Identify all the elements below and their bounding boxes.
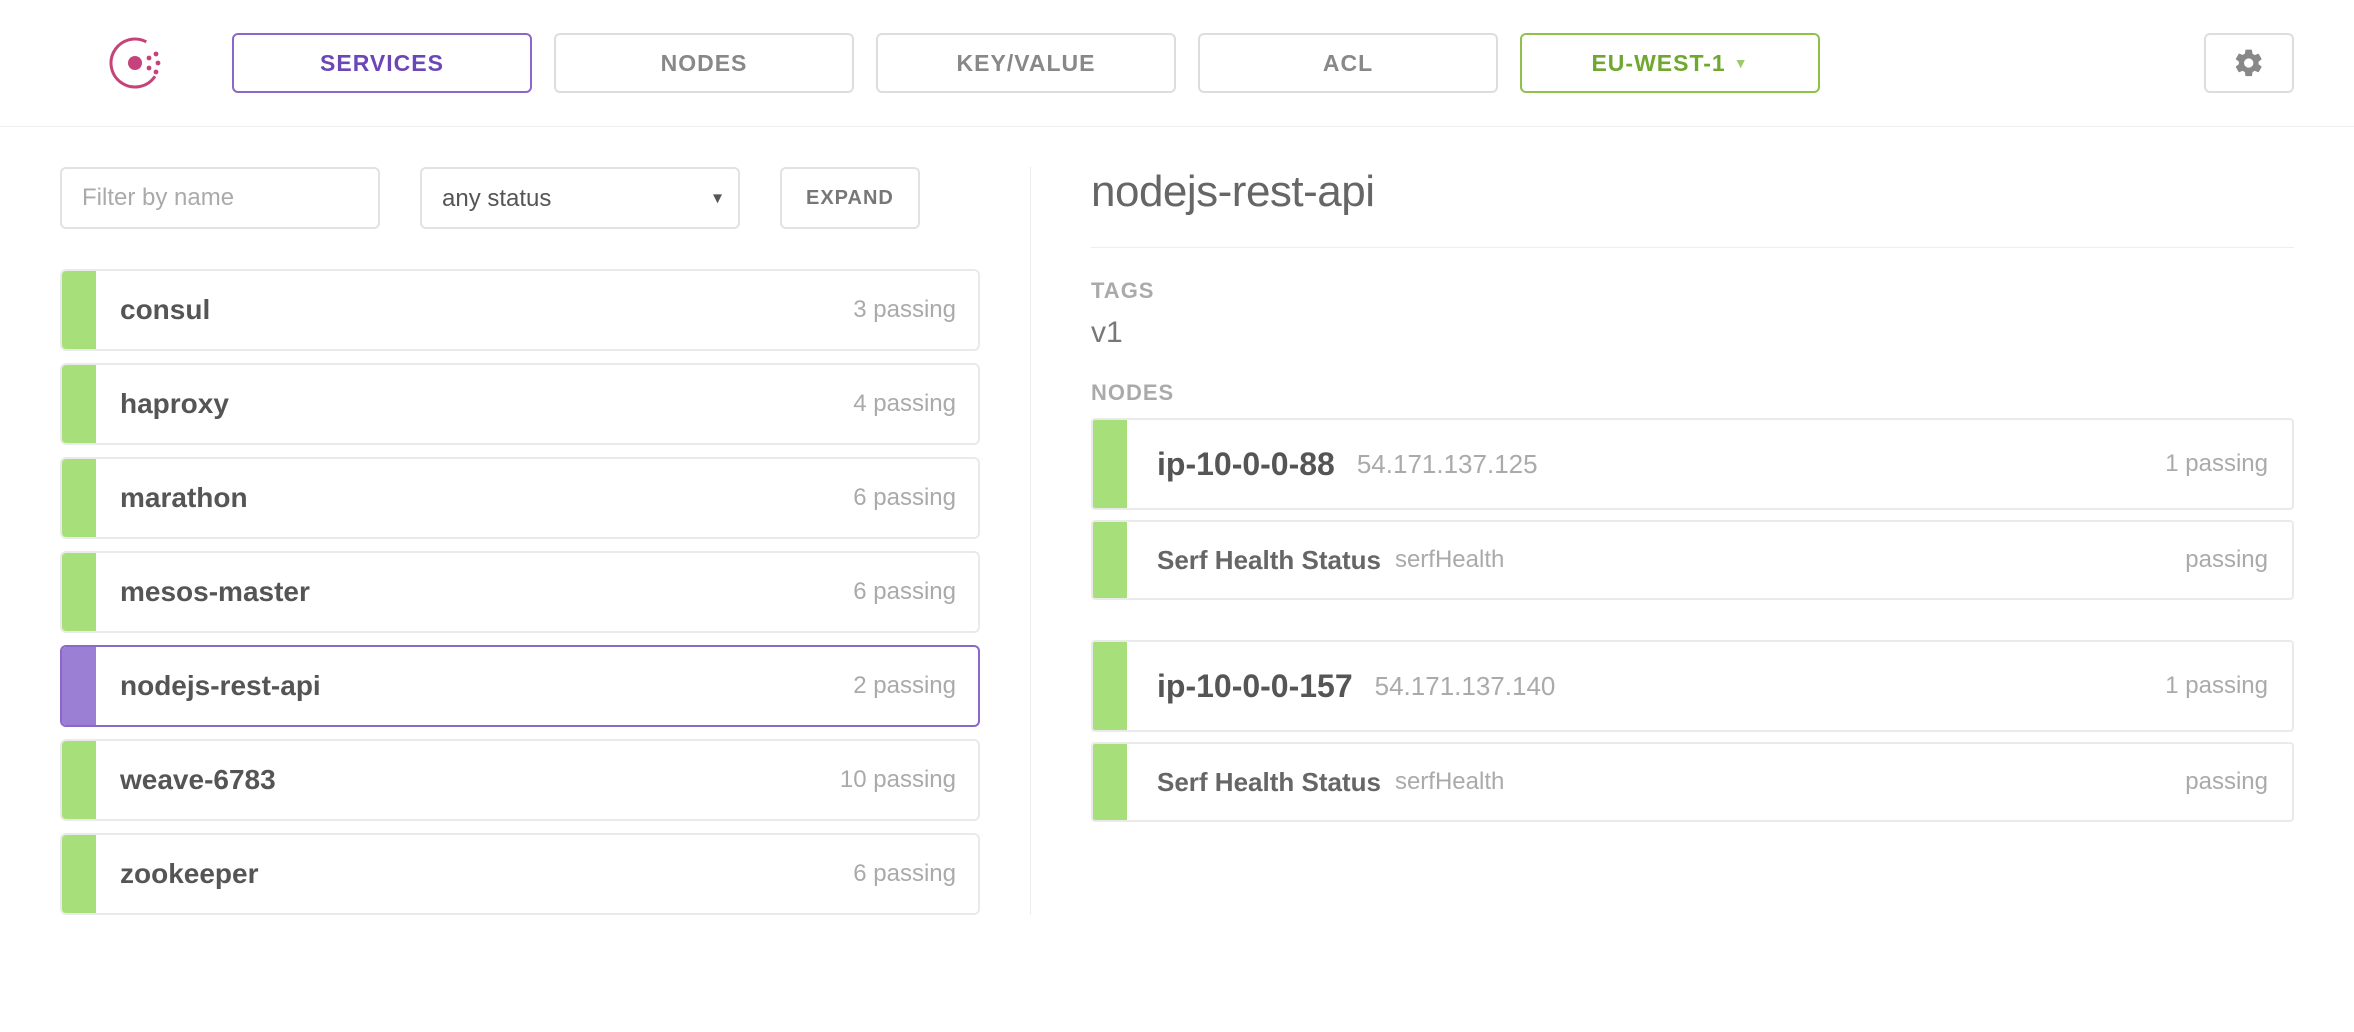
service-status: 3 passing <box>853 296 978 324</box>
status-select-wrap: any status ▾ <box>420 167 740 229</box>
chevron-down-icon: ▼ <box>1734 55 1749 71</box>
main-content: any status ▾ EXPAND consul3 passing hapro… <box>0 127 2354 955</box>
service-row[interactable]: nodejs-rest-api2 passing <box>60 645 980 727</box>
node-header[interactable]: ip-10-0-0-8854.171.137.125 1 passing <box>1091 418 2294 510</box>
nav-keyvalue[interactable]: KEY/VALUE <box>876 33 1176 93</box>
nav-services[interactable]: SERVICES <box>232 33 532 93</box>
service-status: 2 passing <box>853 672 978 700</box>
status-swatch <box>1093 642 1127 730</box>
service-row[interactable]: consul3 passing <box>60 269 980 351</box>
consul-logo-icon <box>107 35 163 91</box>
service-list: consul3 passinghaproxy4 passingmarathon6… <box>60 269 980 915</box>
service-name: zookeeper <box>96 858 853 890</box>
top-nav: SERVICES NODES KEY/VALUE ACL EU-WEST-1 ▼ <box>0 0 2354 127</box>
nav-tabs: SERVICES NODES KEY/VALUE ACL EU-WEST-1 ▼ <box>232 33 2182 93</box>
tags-label: TAGS <box>1091 278 2294 304</box>
status-swatch <box>62 365 96 443</box>
nodes-label: NODES <box>1091 380 2294 406</box>
nav-services-label: SERVICES <box>320 50 444 77</box>
node-status: 1 passing <box>2165 672 2292 700</box>
check-name: Serf Health Status <box>1127 767 1381 798</box>
health-check-row[interactable]: Serf Health StatusserfHealth passing <box>1091 742 2294 822</box>
service-name: weave-6783 <box>96 764 840 796</box>
status-swatch <box>1093 522 1127 598</box>
status-select[interactable]: any status <box>420 167 740 229</box>
service-status: 6 passing <box>853 860 978 888</box>
check-id: serfHealth <box>1381 546 1504 574</box>
nav-region-label: EU-WEST-1 <box>1591 50 1725 77</box>
status-swatch <box>1093 744 1127 820</box>
status-swatch <box>62 271 96 349</box>
health-check-row[interactable]: Serf Health StatusserfHealth passing <box>1091 520 2294 600</box>
service-name: nodejs-rest-api <box>96 670 853 702</box>
filter-input[interactable] <box>60 167 380 229</box>
nav-acl[interactable]: ACL <box>1198 33 1498 93</box>
node-block: ip-10-0-0-15754.171.137.140 1 passing Serf… <box>1091 640 2294 822</box>
service-name: haproxy <box>96 388 853 420</box>
check-name: Serf Health Status <box>1127 545 1381 576</box>
status-swatch <box>62 553 96 631</box>
status-swatch <box>1093 420 1127 508</box>
services-panel: any status ▾ EXPAND consul3 passing hapro… <box>60 167 1020 915</box>
check-status: passing <box>2185 768 2292 796</box>
nav-keyvalue-label: KEY/VALUE <box>957 50 1096 77</box>
node-block: ip-10-0-0-8854.171.137.125 1 passing Serf … <box>1091 418 2294 600</box>
node-ip: 54.171.137.125 <box>1335 449 1538 480</box>
gear-icon <box>2233 47 2265 79</box>
settings-button[interactable] <box>2204 33 2294 93</box>
nav-region-dropdown[interactable]: EU-WEST-1 ▼ <box>1520 33 1820 93</box>
status-swatch <box>62 835 96 913</box>
detail-divider <box>1091 247 2294 248</box>
service-row[interactable]: haproxy4 passing <box>60 363 980 445</box>
check-id: serfHealth <box>1381 768 1504 796</box>
check-status: passing <box>2185 546 2292 574</box>
service-row[interactable]: zookeeper6 passing <box>60 833 980 915</box>
node-status: 1 passing <box>2165 450 2292 478</box>
consul-logo <box>100 28 170 98</box>
status-swatch <box>62 647 96 725</box>
nav-acl-label: ACL <box>1323 50 1373 77</box>
nav-nodes-label: NODES <box>661 50 748 77</box>
status-swatch <box>62 459 96 537</box>
service-name: mesos-master <box>96 576 853 608</box>
node-ip: 54.171.137.140 <box>1353 671 1556 702</box>
node-header[interactable]: ip-10-0-0-15754.171.137.140 1 passing <box>1091 640 2294 732</box>
service-name: consul <box>96 294 853 326</box>
service-row[interactable]: marathon6 passing <box>60 457 980 539</box>
service-status: 4 passing <box>853 390 978 418</box>
nodes-container: ip-10-0-0-8854.171.137.125 1 passing Serf … <box>1091 418 2294 822</box>
panel-divider <box>1030 167 1031 915</box>
service-name: marathon <box>96 482 853 514</box>
status-swatch <box>62 741 96 819</box>
service-row[interactable]: mesos-master6 passing <box>60 551 980 633</box>
service-status: 6 passing <box>853 578 978 606</box>
nav-nodes[interactable]: NODES <box>554 33 854 93</box>
service-row[interactable]: weave-678310 passing <box>60 739 980 821</box>
service-status: 6 passing <box>853 484 978 512</box>
service-status: 10 passing <box>840 766 978 794</box>
detail-title: nodejs-rest-api <box>1091 167 2294 217</box>
node-name: ip-10-0-0-157 <box>1127 668 1353 705</box>
service-detail-panel: nodejs-rest-api TAGS v1 NODES ip-10-0-0-… <box>1041 167 2294 915</box>
node-name: ip-10-0-0-88 <box>1127 446 1335 483</box>
expand-button[interactable]: EXPAND <box>780 167 920 229</box>
tags-value: v1 <box>1091 316 2294 350</box>
services-controls: any status ▾ EXPAND <box>60 167 980 229</box>
